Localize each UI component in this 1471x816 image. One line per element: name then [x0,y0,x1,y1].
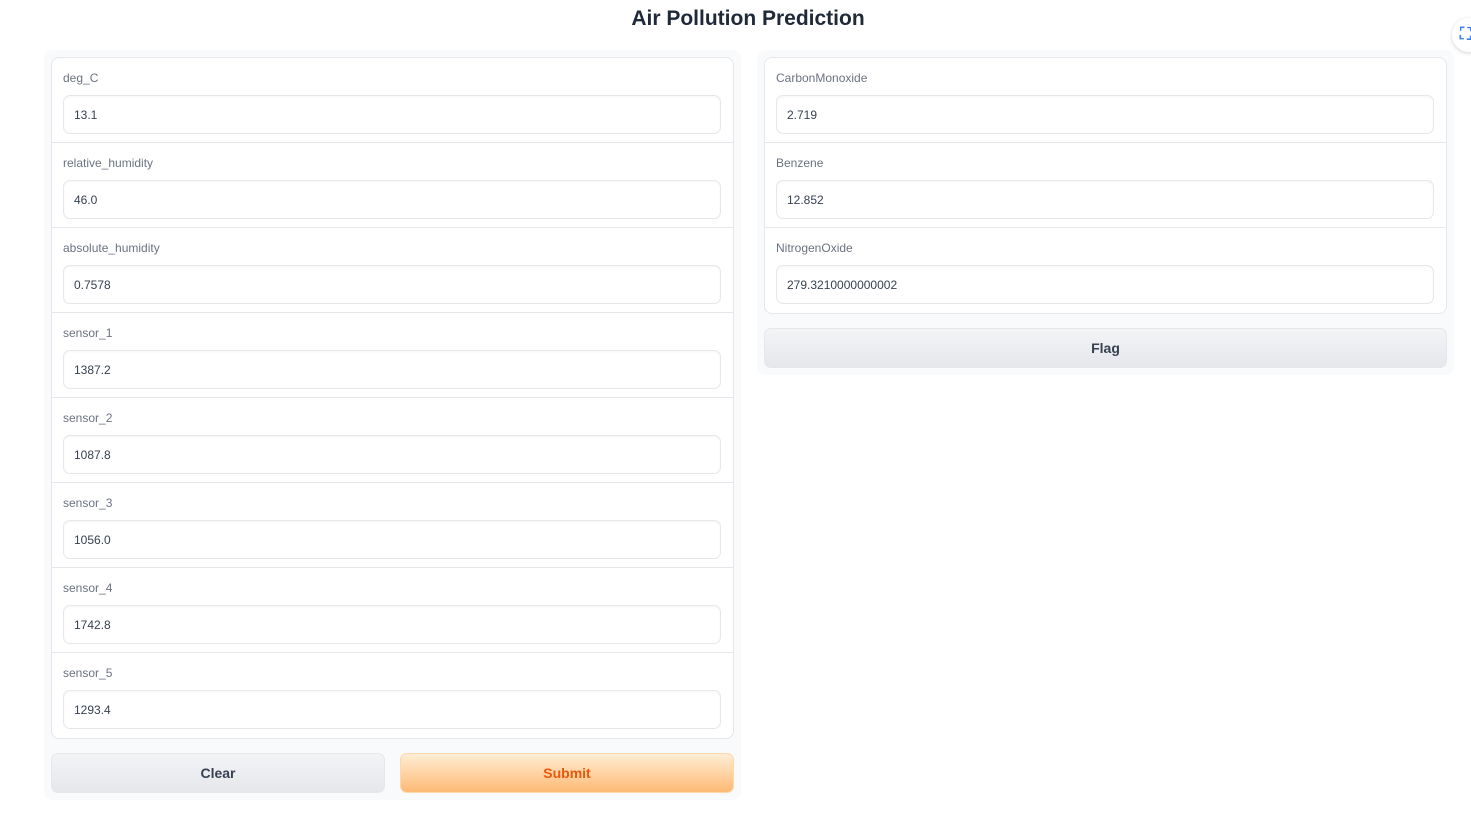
field-label: Benzene [776,156,824,170]
benzene-output[interactable] [776,180,1434,219]
submit-button[interactable]: Submit [400,753,734,793]
sensor-2-input[interactable] [63,435,721,474]
field-label: sensor_5 [63,666,113,680]
flag-button[interactable]: Flag [764,328,1447,368]
field-sensor-5: sensor_5 [52,653,733,738]
field-benzene: Benzene [765,143,1446,228]
field-nitrogen-oxide: NitrogenOxide [765,228,1446,313]
field-label: deg_C [63,71,99,85]
field-deg-c: deg_C [52,58,733,143]
field-sensor-4: sensor_4 [52,568,733,653]
field-label: sensor_4 [63,581,113,595]
field-label: sensor_1 [63,326,113,340]
output-panel: CarbonMonoxide Benzene NitrogenOxide Fla… [757,50,1454,375]
clear-button[interactable]: Clear [51,753,385,793]
field-label: relative_humidity [63,156,154,170]
input-fields-group: deg_C relative_humidity absolute_humidit… [51,57,734,739]
field-label: sensor_2 [63,411,113,425]
field-relative-humidity: relative_humidity [52,143,733,228]
field-label: NitrogenOxide [776,241,853,255]
sensor-4-input[interactable] [63,605,721,644]
field-absolute-humidity: absolute_humidity [52,228,733,313]
absolute-humidity-input[interactable] [63,265,721,304]
carbon-monoxide-output[interactable] [776,95,1434,134]
output-fields-group: CarbonMonoxide Benzene NitrogenOxide [764,57,1447,314]
sensor-5-input[interactable] [63,690,721,729]
field-sensor-2: sensor_2 [52,398,733,483]
field-label: sensor_3 [63,496,113,510]
sensor-1-input[interactable] [63,350,721,389]
page-title: Air Pollution Prediction [631,7,865,30]
sensor-3-input[interactable] [63,520,721,559]
field-label: CarbonMonoxide [776,71,868,85]
relative-humidity-input[interactable] [63,180,721,219]
input-panel: deg_C relative_humidity absolute_humidit… [44,50,741,800]
nitrogen-oxide-output[interactable] [776,265,1434,304]
field-sensor-3: sensor_3 [52,483,733,568]
field-label: absolute_humidity [63,241,160,255]
field-carbon-monoxide: CarbonMonoxide [765,58,1446,143]
field-sensor-1: sensor_1 [52,313,733,398]
deg-c-input[interactable] [63,95,721,134]
